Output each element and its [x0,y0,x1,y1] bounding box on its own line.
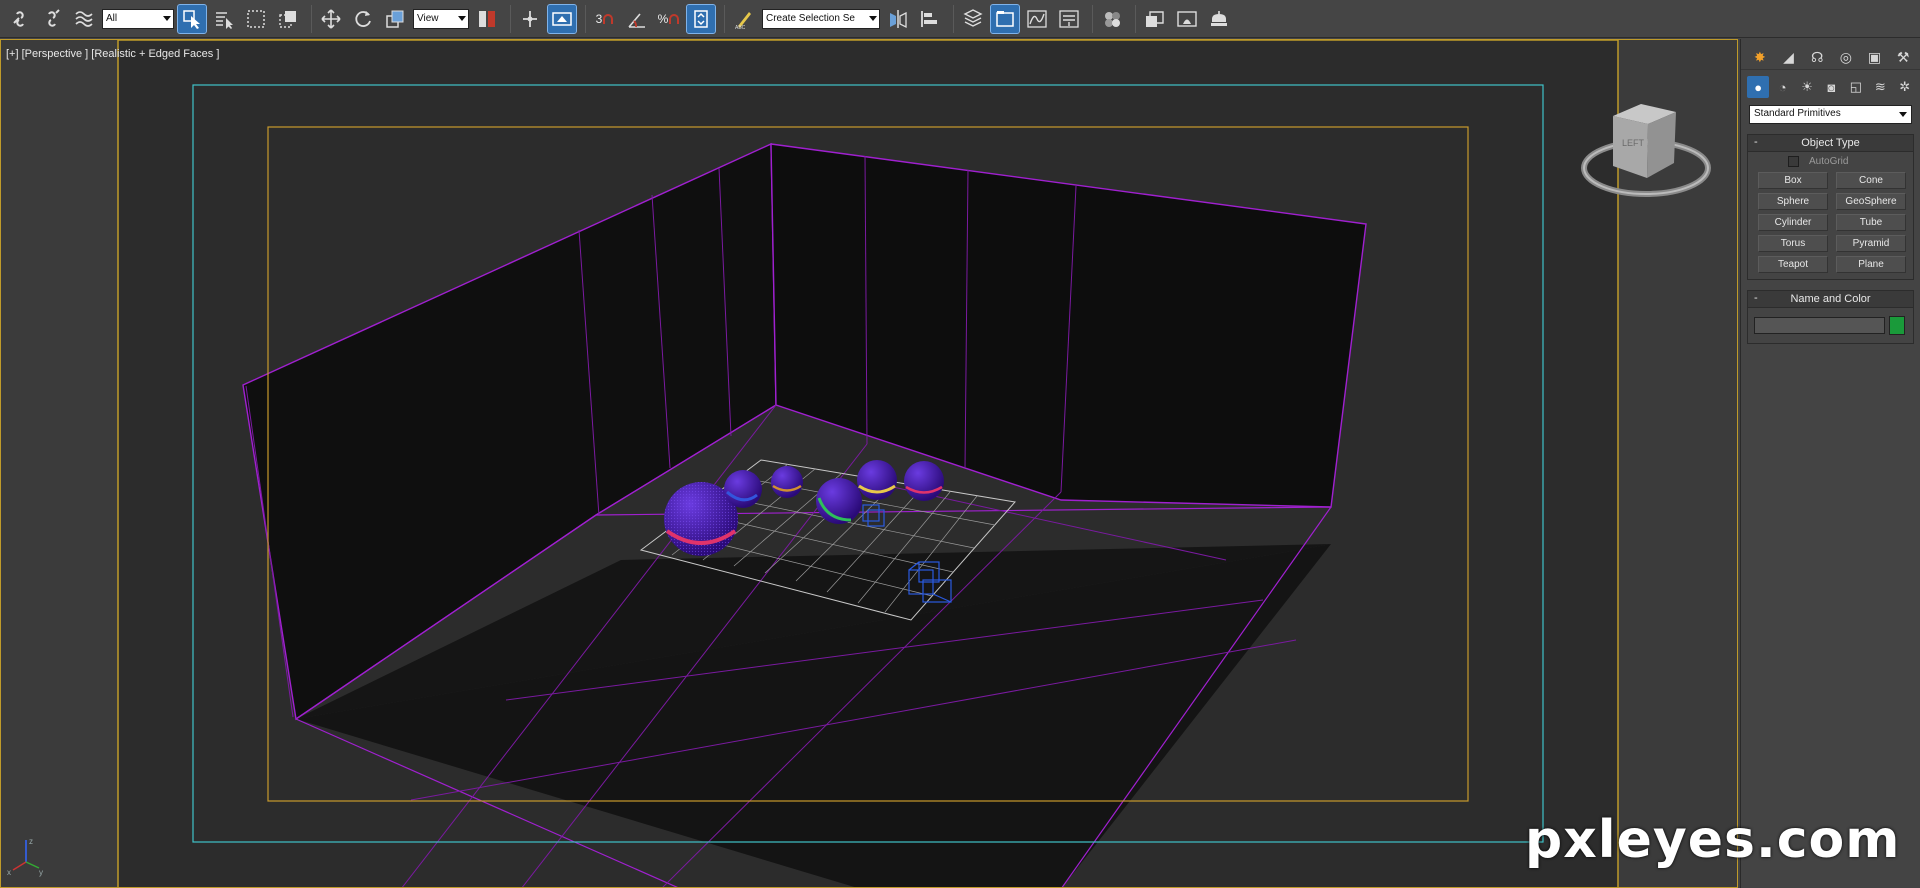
utilities-tab-icon[interactable]: ⚒ [1890,45,1916,69]
percent-snap-label: % [657,11,669,26]
use-pivot-center-icon[interactable] [473,5,501,33]
render-production-icon[interactable] [1205,5,1233,33]
curve-editor-icon[interactable] [1023,5,1051,33]
axis-y-label: y [39,868,43,877]
schematic-view-icon[interactable] [1055,5,1083,33]
rendered-frame-window-icon[interactable] [1173,5,1201,33]
hierarchy-tab-icon[interactable]: ☊ [1804,45,1830,69]
rectangular-selection-region-icon[interactable] [242,5,270,33]
angle-snap-icon[interactable] [623,5,651,33]
cone-button[interactable]: Cone [1836,172,1906,189]
toolbar-separator [953,4,954,33]
name-row [1748,308,1913,343]
object-type-buttons: Box Cone Sphere GeoSphere Cylinder Tube … [1748,169,1913,279]
modify-tab-icon[interactable]: ◢ [1776,45,1802,69]
toolbar-separator [724,4,725,33]
selection-filter-dropdown[interactable]: All [102,8,174,29]
window-crossing-icon[interactable] [274,5,302,33]
align-icon[interactable] [916,5,944,33]
select-and-move-icon[interactable] [317,5,345,33]
perspective-viewport[interactable]: [+] [Perspective ] [Realistic + Edged Fa… [0,39,1738,888]
percent-snap-icon[interactable]: % [655,5,683,33]
toolbar-separator [585,4,586,33]
lights-category-icon[interactable]: ☀ [1796,76,1818,98]
tube-button[interactable]: Tube [1836,214,1906,231]
select-by-name-icon[interactable] [210,5,238,33]
display-tab-icon[interactable]: ▣ [1862,45,1888,69]
name-and-color-rollout-header[interactable]: - Name and Color [1748,291,1913,308]
select-object-icon[interactable] [177,3,207,34]
reference-coordinate-dropdown[interactable]: View [413,8,469,29]
spinner-snap-icon[interactable] [686,3,716,34]
command-panel-tabs: ✸ ◢ ☊ ◎ ▣ ⚒ [1741,39,1920,69]
geosphere-button[interactable]: GeoSphere [1836,193,1906,210]
snaps-toggle-label: 3 [595,11,603,26]
systems-category-icon[interactable]: ✲ [1894,76,1916,98]
viewcube-face-label: LEFT [1622,138,1645,148]
render-setup-icon[interactable] [1141,5,1169,33]
toolbar-separator [1135,4,1136,33]
object-type-title: Object Type [1801,137,1860,149]
toolbar-separator [510,4,511,33]
axis-z-label: z [29,837,33,846]
select-and-manipulate-icon[interactable] [516,5,544,33]
toolbar-separator [1092,4,1093,33]
bind-to-space-warp-icon[interactable] [70,5,98,33]
svg-text:ABC: ABC [735,25,746,30]
autogrid-label: AutoGrid [1809,156,1849,167]
select-and-rotate-icon[interactable] [349,5,377,33]
autogrid-row: AutoGrid [1748,152,1913,169]
name-and-color-rollout: - Name and Color [1747,290,1914,344]
pyramid-button[interactable]: Pyramid [1836,235,1906,252]
scene-render: LEFT z x y [7,40,1711,887]
box-button[interactable]: Box [1758,172,1828,189]
object-color-swatch[interactable] [1889,316,1905,335]
geometry-category-icon[interactable]: ● [1747,76,1770,98]
edit-named-selection-icon[interactable]: ABC [730,5,758,33]
snaps-toggle-icon[interactable]: 3 [591,5,619,33]
material-editor-icon[interactable] [1098,5,1126,33]
keyboard-shortcut-override-icon[interactable] [547,3,577,34]
layer-manager-icon[interactable] [959,5,987,33]
command-panel: ✸ ◢ ☊ ◎ ▣ ⚒ ● ◔ ☀ ◙ ◱ ≋ ✲ Standard Primi… [1740,39,1920,888]
select-and-scale-icon[interactable] [381,5,409,33]
teapot-button[interactable]: Teapot [1758,256,1828,273]
object-type-rollout: - Object Type AutoGrid Box Cone Sphere G… [1747,134,1914,280]
helpers-category-icon[interactable]: ◱ [1845,76,1867,98]
watermark: pxleyes.com [1525,810,1901,870]
select-and-link-icon[interactable] [6,5,34,33]
cylinder-button[interactable]: Cylinder [1758,214,1828,231]
sphere-button[interactable]: Sphere [1758,193,1828,210]
mirror-icon[interactable] [884,5,912,33]
sphere-medium-2[interactable] [857,460,897,500]
torus-button[interactable]: Torus [1758,235,1828,252]
space-warps-category-icon[interactable]: ≋ [1869,76,1891,98]
name-and-color-title: Name and Color [1790,293,1871,305]
sphere-medium-3[interactable] [904,461,944,501]
axis-x-label: x [7,868,11,877]
sphere-small-1[interactable] [724,470,762,508]
scene-explorer-icon[interactable] [990,3,1020,34]
main-toolbar: All View 3 % ABC Create Selection Se [0,0,1920,38]
collapse-icon: - [1754,292,1758,304]
autogrid-checkbox[interactable] [1788,156,1799,167]
viewport-label[interactable]: [+] [Perspective ] [Realistic + Edged Fa… [6,48,219,60]
named-selection-sets-dropdown[interactable]: Create Selection Se [762,8,880,29]
toolbar-separator [311,4,312,33]
object-name-field[interactable] [1754,317,1885,334]
object-type-rollout-header[interactable]: - Object Type [1748,135,1913,152]
sphere-small-2[interactable] [771,466,803,498]
create-tab-icon[interactable]: ✸ [1747,45,1773,69]
create-category-tabs: ● ◔ ☀ ◙ ◱ ≋ ✲ [1741,69,1920,99]
shapes-category-icon[interactable]: ◔ [1771,76,1793,98]
motion-tab-icon[interactable]: ◎ [1833,45,1859,69]
primitive-type-dropdown[interactable]: Standard Primitives [1749,105,1912,124]
cameras-category-icon[interactable]: ◙ [1820,76,1842,98]
axis-tripod: z x y [7,837,43,877]
collapse-icon: - [1754,136,1758,148]
plane-button[interactable]: Plane [1836,256,1906,273]
unlink-selection-icon[interactable] [38,5,66,33]
